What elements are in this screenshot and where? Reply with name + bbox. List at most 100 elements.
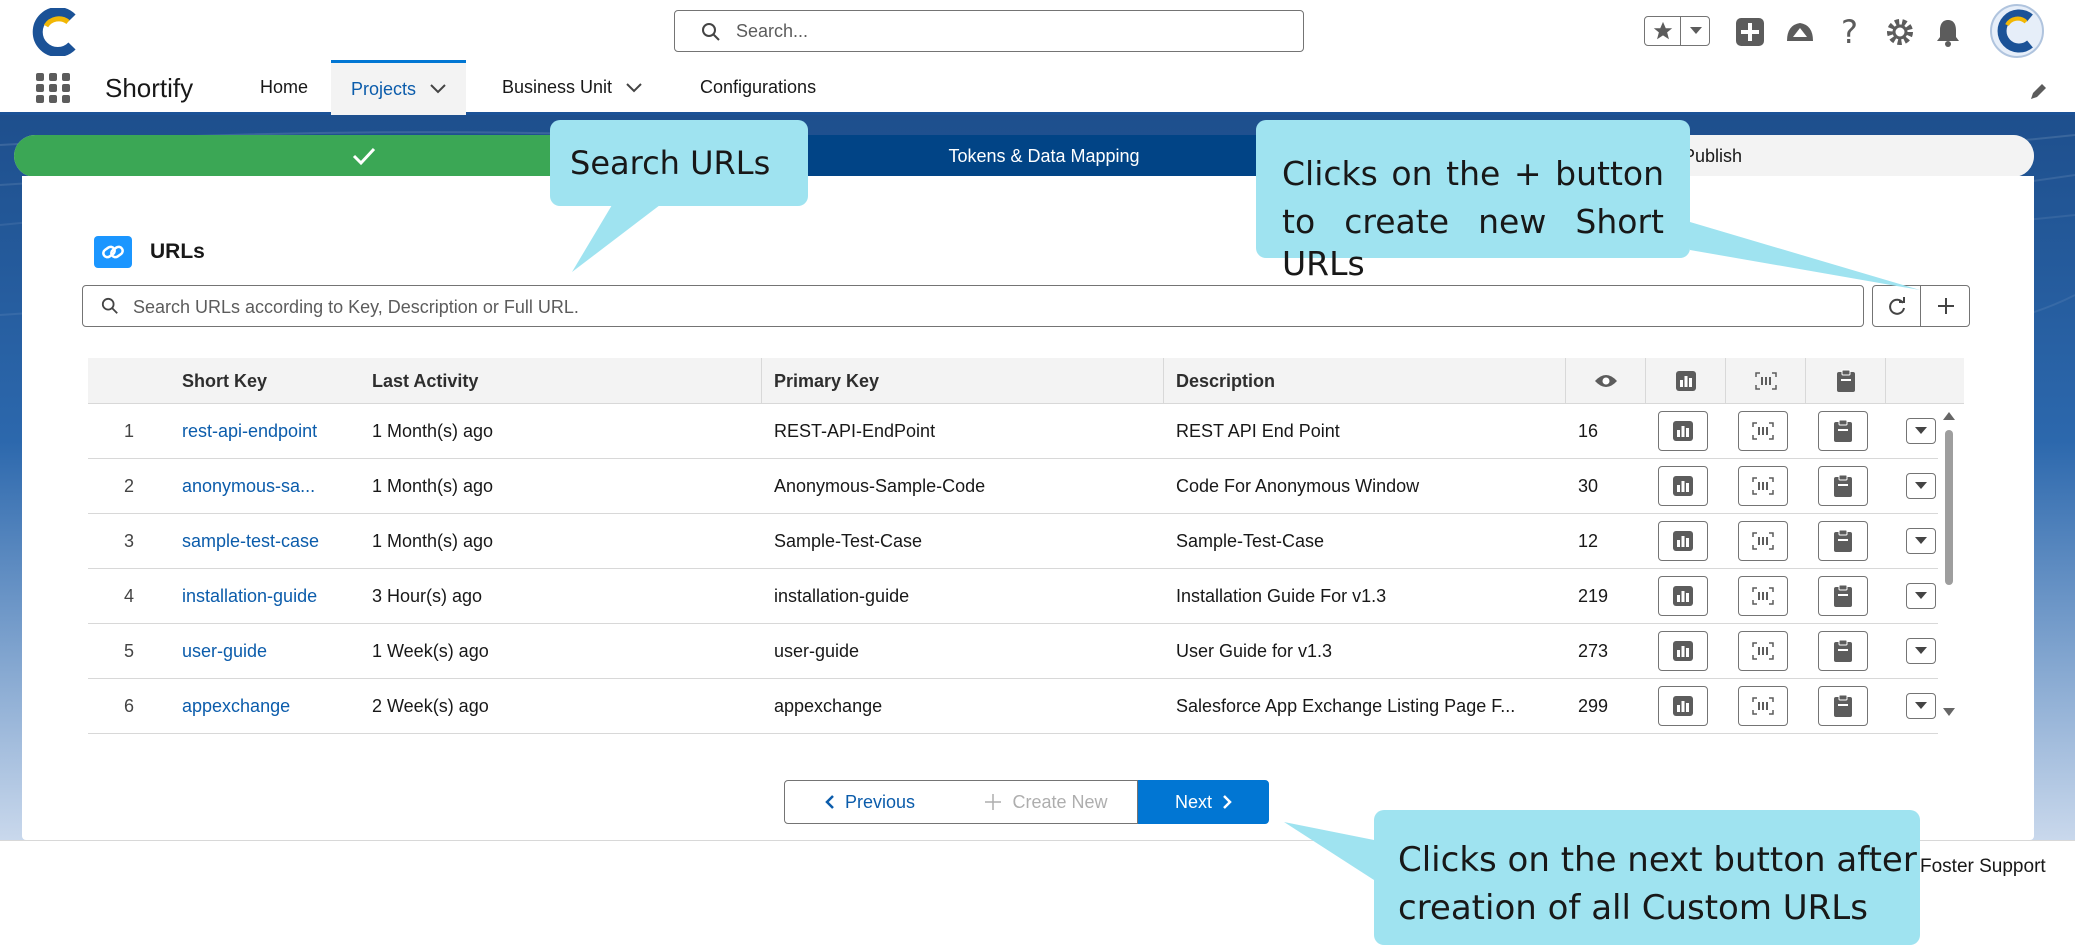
chevron-down-icon — [1915, 702, 1927, 709]
help-icon[interactable]: ? — [1832, 14, 1868, 50]
nav-item-label: Projects — [351, 78, 417, 99]
cell-description: Sample-Test-Case — [1176, 530, 1325, 551]
global-search-input[interactable]: Search... — [674, 10, 1304, 52]
row-actions-dropdown[interactable] — [1906, 693, 1936, 719]
table-row: 1 rest-api-endpoint 1 Month(s) ago REST-API… — [88, 404, 1938, 459]
cell-short-key[interactable]: user-guide — [182, 624, 360, 678]
copy-clipboard-button[interactable] — [1818, 411, 1868, 451]
favorites-button-group — [1644, 16, 1710, 46]
row-actions-dropdown[interactable] — [1906, 638, 1936, 664]
row-actions-dropdown[interactable] — [1906, 418, 1936, 444]
favorite-star-icon[interactable] — [1645, 17, 1681, 45]
chevron-down-icon[interactable] — [626, 82, 642, 93]
qr-code-button[interactable] — [1738, 521, 1788, 561]
cell-short-key[interactable]: appexchange — [182, 679, 360, 733]
nav-item-business-unit[interactable]: Business Unit — [490, 60, 654, 115]
cell-last-activity: 1 Month(s) ago — [372, 475, 494, 496]
clipboard-icon — [1836, 369, 1855, 392]
copy-clipboard-button[interactable] — [1818, 686, 1868, 726]
cell-primary-key: Anonymous-Sample-Code — [774, 475, 986, 496]
qr-code-button[interactable] — [1738, 411, 1788, 451]
chevron-down-icon — [1915, 592, 1927, 599]
nav-item-label: Business Unit — [502, 77, 613, 97]
column-header-short-key[interactable]: Short Key — [170, 358, 360, 404]
analytics-button[interactable] — [1658, 686, 1708, 726]
column-header-views[interactable] — [1565, 358, 1645, 404]
favorites-dropdown-icon[interactable] — [1682, 17, 1710, 45]
row-actions-dropdown[interactable] — [1906, 473, 1936, 499]
copy-clipboard-button[interactable] — [1818, 521, 1868, 561]
chart-icon — [1673, 696, 1693, 716]
qr-code-button[interactable] — [1738, 686, 1788, 726]
edit-nav-pencil-icon[interactable] — [2028, 82, 2048, 102]
nav-item-projects[interactable]: Projects — [331, 60, 467, 115]
chevron-left-icon — [825, 795, 834, 809]
analytics-button[interactable] — [1658, 466, 1708, 506]
column-header-qr — [1725, 358, 1805, 404]
app-logo-icon[interactable] — [32, 7, 82, 57]
chevron-down-icon[interactable] — [430, 84, 446, 94]
refresh-icon — [1888, 297, 1905, 315]
scroll-down-icon[interactable] — [1943, 708, 1955, 716]
callout-text: URLs — [1282, 244, 1365, 283]
url-search-placeholder: Search URLs according to Key, Descriptio… — [133, 297, 579, 317]
cell-description: User Guide for v1.3 — [1176, 640, 1333, 661]
analytics-button[interactable] — [1658, 521, 1708, 561]
setup-gear-icon[interactable] — [1882, 14, 1918, 50]
user-avatar[interactable] — [1990, 4, 2044, 58]
copy-clipboard-button[interactable] — [1818, 576, 1868, 616]
global-header: Search... ? — [0, 0, 2075, 60]
app-name: Shortify — [105, 73, 194, 103]
copy-clipboard-button[interactable] — [1818, 466, 1868, 506]
clipboard-icon — [1834, 529, 1852, 552]
qr-code-button[interactable] — [1738, 466, 1788, 506]
qr-code-icon — [1752, 477, 1774, 495]
next-button[interactable]: Next — [1138, 780, 1269, 824]
footer-link[interactable]: Foster Support — [1920, 856, 2046, 878]
scroll-up-icon[interactable] — [1943, 412, 1955, 420]
cell-primary-key: REST-API-EndPoint — [774, 420, 936, 441]
callout-text: Clicks on the next button after — [1398, 840, 1917, 880]
table-row: 2 anonymous-sa... 1 Month(s) ago Anonymous-… — [88, 459, 1938, 514]
column-header-primary-key[interactable]: Primary Key — [761, 358, 1163, 404]
global-add-icon[interactable] — [1732, 14, 1768, 50]
chevron-right-icon — [1223, 795, 1232, 809]
analytics-button[interactable] — [1658, 411, 1708, 451]
chart-icon — [1675, 371, 1696, 391]
clipboard-icon — [1834, 419, 1852, 442]
trailhead-icon[interactable] — [1782, 14, 1818, 50]
callout-next-button: Clicks on the next button after creation… — [1374, 810, 1920, 945]
app-launcher-icon[interactable] — [36, 73, 70, 103]
nav-item-home[interactable]: Home — [248, 60, 320, 115]
cell-short-key[interactable]: anonymous-sa... — [182, 459, 360, 513]
row-actions-dropdown[interactable] — [1906, 528, 1936, 554]
cell-short-key[interactable]: installation-guide — [182, 569, 360, 623]
cell-short-key[interactable]: sample-test-case — [182, 514, 360, 568]
qr-code-button[interactable] — [1738, 631, 1788, 671]
previous-button[interactable]: Previous — [784, 780, 946, 824]
url-search-input[interactable]: Search URLs according to Key, Descriptio… — [82, 285, 1864, 327]
nav-item-label: Configurations — [700, 77, 817, 97]
add-url-button[interactable] — [1922, 286, 1970, 326]
row-actions-dropdown[interactable] — [1906, 583, 1936, 609]
cell-primary-key: Sample-Test-Case — [774, 530, 923, 551]
create-new-label: Create New — [1012, 791, 1108, 812]
analytics-button[interactable] — [1658, 631, 1708, 671]
column-header-last-activity[interactable]: Last Activity — [360, 358, 760, 404]
create-new-button[interactable]: Create New — [945, 780, 1138, 824]
table-scrollbar[interactable] — [1942, 408, 1956, 720]
scrollbar-thumb[interactable] — [1945, 430, 1953, 585]
refresh-button[interactable] — [1873, 286, 1921, 326]
notifications-bell-icon[interactable] — [1930, 14, 1966, 50]
analytics-button[interactable] — [1658, 576, 1708, 616]
nav-item-label: Home — [260, 77, 309, 97]
copy-clipboard-button[interactable] — [1818, 631, 1868, 671]
cell-short-key[interactable]: rest-api-endpoint — [182, 404, 360, 458]
column-header-clipboard — [1805, 358, 1885, 404]
chevron-down-icon — [1915, 647, 1927, 654]
app-navigation-bar: Shortify Home Projects Business Unit Con… — [0, 60, 2075, 115]
chevron-down-icon — [1915, 427, 1927, 434]
qr-code-button[interactable] — [1738, 576, 1788, 616]
nav-item-configurations[interactable]: Configurations — [688, 60, 828, 115]
column-header-description[interactable]: Description — [1163, 358, 1565, 404]
